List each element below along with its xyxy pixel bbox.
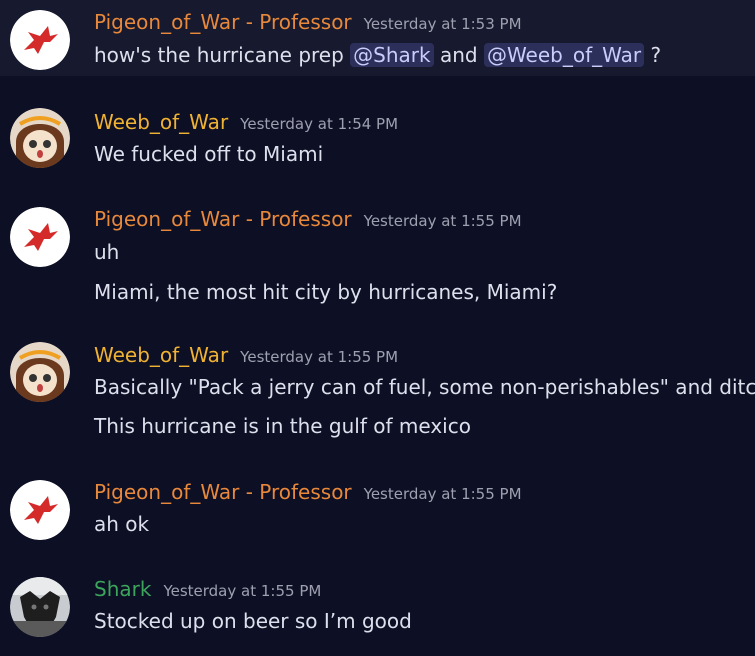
mention-weeb-of-war[interactable]: @Weeb_of_War (483, 43, 645, 67)
timestamp: Yesterday at 1:54 PM (240, 115, 399, 133)
timestamp: Yesterday at 1:55 PM (363, 212, 522, 230)
author-name[interactable]: Pigeon_of_War - Professor (94, 480, 352, 504)
message[interactable]: Pigeon_of_War - Professor Yesterday at 1:… (0, 0, 755, 76)
message-text: ? (644, 43, 662, 67)
author-name[interactable]: Shark (94, 577, 151, 601)
message-content: This hurricane is in the gulf of mexico (94, 414, 471, 438)
anime-girl-avatar-icon[interactable] (10, 342, 70, 402)
message-content: Basically "Pack a jerry can of fuel, som… (94, 375, 755, 399)
anime-girl-avatar-icon[interactable] (10, 108, 70, 168)
message-content: Miami, the most hit city by hurricanes, … (94, 280, 558, 304)
message-content: how's the hurricane prep @Shark and @Wee… (94, 43, 661, 67)
timestamp: Yesterday at 1:53 PM (363, 15, 522, 33)
dog-avatar-icon[interactable] (10, 577, 70, 637)
message-text: how's the hurricane prep (94, 43, 351, 67)
mention-shark[interactable]: @Shark (350, 43, 434, 67)
message-content: ah ok (94, 512, 150, 536)
pigeon-avatar-icon[interactable] (10, 480, 70, 540)
chat-message-list: Pigeon_of_War - Professor Yesterday at 1:… (0, 0, 755, 656)
author-name[interactable]: Pigeon_of_War - Professor (94, 207, 352, 231)
message-text: and (433, 43, 484, 67)
message-content: We fucked off to Miami (94, 142, 324, 166)
timestamp: Yesterday at 1:55 PM (163, 582, 322, 600)
message[interactable]: Pigeon_of_War - Professor Yesterday at 1:… (0, 468, 755, 553)
message[interactable]: Weeb_of_War Yesterday at 1:54 PM We fucke… (0, 95, 755, 175)
message[interactable]: Weeb_of_War Yesterday at 1:55 PM Basicall… (0, 330, 755, 455)
message-content: uh (94, 240, 120, 264)
author-name[interactable]: Weeb_of_War (94, 343, 228, 367)
timestamp: Yesterday at 1:55 PM (240, 348, 399, 366)
pigeon-avatar-icon[interactable] (10, 10, 70, 70)
message[interactable]: Shark Yesterday at 1:55 PM Stocked up on … (0, 565, 755, 656)
pigeon-avatar-icon[interactable] (10, 207, 70, 267)
author-name[interactable]: Weeb_of_War (94, 110, 228, 134)
timestamp: Yesterday at 1:55 PM (363, 485, 522, 503)
author-name[interactable]: Pigeon_of_War - Professor (94, 10, 352, 34)
message[interactable]: Pigeon_of_War - Professor Yesterday at 1:… (0, 195, 755, 315)
message-content: Stocked up on beer so I’m good (94, 609, 412, 633)
